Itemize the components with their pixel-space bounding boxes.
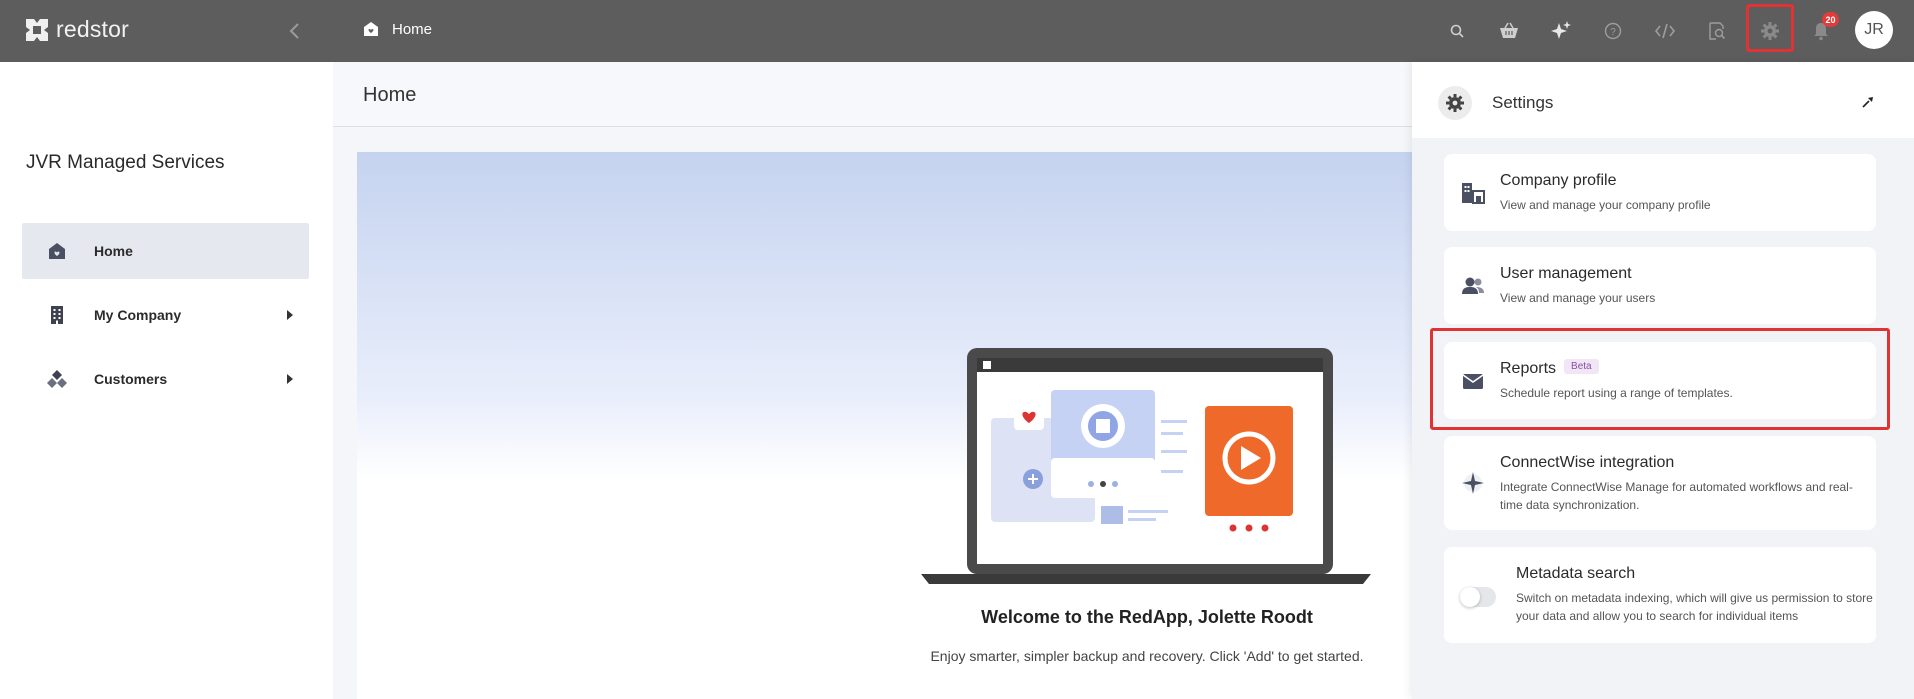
settings-card-company-profile[interactable]: Company profile View and manage your com… <box>1444 154 1876 231</box>
help-icon: ? <box>1604 22 1622 40</box>
settings-card-connectwise[interactable]: ConnectWise integration Integrate Connec… <box>1444 436 1876 530</box>
breadcrumb[interactable]: Home <box>362 20 432 38</box>
sidebar-item-customers[interactable]: Customers <box>22 351 309 407</box>
toggle-knob <box>1460 587 1480 607</box>
help-button[interactable]: ? <box>1598 16 1628 46</box>
avatar[interactable]: JR <box>1855 11 1893 49</box>
inspect-icon <box>1709 22 1726 40</box>
logo-text: redstor <box>56 16 129 42</box>
card-title: ConnectWise integration <box>1500 454 1675 471</box>
expand-arrow-icon[interactable] <box>287 374 293 384</box>
sidebar-item-label: Home <box>94 243 133 259</box>
breadcrumb-label: Home <box>392 20 433 38</box>
home-icon <box>49 243 65 259</box>
gear-icon <box>1446 94 1464 112</box>
notification-badge: 20 <box>1822 12 1839 27</box>
metadata-toggle[interactable] <box>1460 587 1496 607</box>
home-icon <box>364 22 378 36</box>
code-icon <box>1654 23 1676 39</box>
settings-button[interactable] <box>1755 16 1785 46</box>
ai-button[interactable] <box>1546 16 1576 46</box>
developer-button[interactable] <box>1650 16 1680 46</box>
building-icon <box>51 306 63 324</box>
sparkle-icon <box>1551 21 1571 39</box>
settings-title: Settings <box>1492 93 1554 112</box>
card-title: Company profile <box>1500 172 1617 189</box>
card-description: View and manage your company profile <box>1500 198 1711 212</box>
basket-icon <box>1500 22 1518 38</box>
sidebar: JVR Managed Services Home My Company Cus… <box>0 62 333 699</box>
settings-gear-badge <box>1438 86 1472 120</box>
laptop-illustration <box>921 348 1371 584</box>
settings-header: Settings <box>1412 62 1914 138</box>
customers-icon <box>47 370 67 388</box>
pin-icon[interactable] <box>1860 94 1876 110</box>
settings-panel: Settings Company profile View and manage… <box>1412 62 1914 699</box>
search-icon <box>1450 24 1464 38</box>
card-title: Metadata search <box>1516 565 1636 582</box>
users-icon <box>1462 277 1484 294</box>
logo[interactable]: redstor <box>24 16 129 43</box>
svg-text:?: ? <box>1610 27 1616 38</box>
search-button[interactable] <box>1442 16 1472 46</box>
redstor-logo-icon <box>26 18 48 41</box>
card-description: View and manage your users <box>1500 291 1656 305</box>
settings-card-metadata-search[interactable]: Metadata search Switch on metadata index… <box>1444 547 1876 643</box>
welcome-subtitle: Enjoy smarter, simpler backup and recove… <box>930 648 1364 664</box>
sidebar-item-my-company[interactable]: My Company <box>22 287 309 343</box>
company-icon <box>1462 183 1485 204</box>
gear-icon <box>1761 22 1779 40</box>
reports-highlight <box>1430 328 1890 430</box>
sidebar-item-label: My Company <box>94 307 182 323</box>
card-description: Integrate ConnectWise Manage for automat… <box>1500 480 1853 512</box>
basket-button[interactable] <box>1494 16 1524 46</box>
settings-card-user-management[interactable]: User management View and manage your use… <box>1444 247 1876 324</box>
card-title: User management <box>1500 265 1632 282</box>
card-description: Switch on metadata indexing, which will … <box>1516 591 1873 623</box>
welcome-title: Welcome to the RedApp, Jolette Roodt <box>981 607 1313 627</box>
sidebar-item-home[interactable]: Home <box>22 223 309 279</box>
top-bar: redstor Home ? 20 JR <box>0 0 1914 62</box>
page-title: Home <box>363 84 417 106</box>
sidebar-item-label: Customers <box>94 371 168 387</box>
expand-arrow-icon[interactable] <box>287 310 293 320</box>
connectwise-icon <box>1462 472 1484 494</box>
collapse-sidebar-icon[interactable] <box>286 18 304 44</box>
org-name: JVR Managed Services <box>26 152 225 173</box>
inspect-button[interactable] <box>1702 16 1732 46</box>
